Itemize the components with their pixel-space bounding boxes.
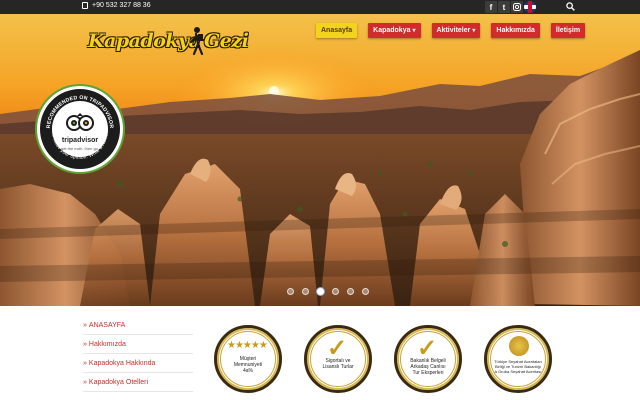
social-links: f t [485, 1, 536, 13]
sidebar-item-kapadokya-hakkinda[interactable]: » Kapadokya Hakkında [83, 354, 193, 373]
main-nav: Anasayfa Kapadokya ▾ Aktiviteler ▾ Hakkı… [316, 23, 596, 38]
site-logo[interactable]: Kapadokya Gezi [84, 22, 259, 62]
phone-number: +90 532 327 88 36 [92, 2, 151, 9]
badge-licensed-experts: ✓ Bakanlık Belgeli Arkadaş Canlısı Tur E… [394, 325, 462, 393]
badge-line-2: Lisanslı Turlar [322, 364, 354, 370]
uk-flag-icon[interactable] [524, 1, 536, 13]
phone-icon [82, 2, 88, 9]
badge-insured-tours: ✓ Sigortalı ve Lisanslı Turlar [304, 325, 372, 393]
badge-line-3: 4a% [242, 368, 253, 374]
page: +90 532 327 88 36 f t Kapadokya Gezi Ana… [0, 0, 640, 400]
badge-line-3: A Gruba Seyahat Acentası [494, 369, 542, 374]
nav-item-label: Aktiviteler [436, 27, 471, 34]
slider-dot[interactable] [347, 288, 354, 295]
sidebar-item-anasayfa[interactable]: » ANASAYFA [83, 316, 193, 335]
nav-item-label: Anasayfa [321, 27, 353, 34]
tursab-emblem-icon [509, 336, 529, 356]
search-icon[interactable] [566, 2, 575, 11]
logo-text-left: Kapadokya [88, 30, 201, 52]
nav-item-aktiviteler[interactable]: Aktiviteler ▾ [431, 23, 481, 38]
nav-item-anasayfa[interactable]: Anasayfa [316, 23, 358, 38]
chevron-right-icon: » [83, 378, 87, 386]
tripadvisor-tagline: get the truth. then go. [60, 146, 100, 151]
badge-customer-satisfaction: ★★★★★ Müşteri Memnuniyeti 4a% [214, 325, 282, 393]
owl-icon [66, 113, 94, 131]
sidebar-item-label: Kapadokya Hakkında [88, 359, 156, 367]
sidebar-item-label: Hakkımızda [88, 340, 126, 348]
phone-contact[interactable]: +90 532 327 88 36 [82, 2, 151, 9]
chevron-right-icon: » [83, 359, 87, 367]
slider-dot[interactable] [332, 288, 339, 295]
sidebar-item-hakkimizda[interactable]: » Hakkımızda [83, 335, 193, 354]
slider-dot[interactable] [362, 288, 369, 295]
slider-dot[interactable] [287, 288, 294, 295]
slider-dot-active[interactable] [317, 288, 324, 295]
sidebar-item-label: ANASAYFA [88, 321, 126, 329]
instagram-icon[interactable] [511, 1, 523, 13]
facebook-icon[interactable]: f [485, 1, 497, 13]
nav-item-label: İletişim [555, 27, 581, 34]
chevron-right-icon: » [83, 340, 87, 348]
twitter-icon[interactable]: t [498, 1, 510, 13]
tripadvisor-logo: tripadvisor get the truth. then go. [52, 101, 108, 157]
slider-pagination [287, 288, 369, 295]
badge-line-3: Tur Eksperleri [412, 370, 444, 376]
nav-item-label: Hakkımızda [496, 27, 535, 34]
chevron-down-icon: ▾ [412, 28, 416, 34]
slider-dot[interactable] [302, 288, 309, 295]
logo-text-right: Gezi [204, 30, 249, 52]
chevron-down-icon: ▾ [472, 28, 476, 34]
nav-item-iletisim[interactable]: İletişim [550, 23, 586, 38]
nav-item-hakkimizda[interactable]: Hakkımızda [491, 23, 540, 38]
sidebar-menu: » ANASAYFA » Hakkımızda » Kapadokya Hakk… [83, 316, 193, 392]
sidebar-item-label: Kapadokya Otelleri [88, 378, 149, 386]
top-bar: +90 532 327 88 36 f t [0, 0, 640, 14]
five-stars-icon: ★★★★★ [227, 340, 268, 351]
badge-tursab: Türkiye Seyahat Acentaları Birliği ve Tu… [484, 325, 552, 393]
tripadvisor-brand: tripadvisor [61, 137, 99, 144]
tripadvisor-badge[interactable]: RECOMMENDED ON TRIPADVISOR We value your… [37, 86, 123, 172]
content-area: » ANASAYFA » Hakkımızda » Kapadokya Hakk… [0, 306, 640, 400]
sidebar-item-kapadokya-otelleri[interactable]: » Kapadokya Otelleri [83, 373, 193, 392]
chevron-right-icon: » [83, 321, 87, 329]
nav-item-kapadokya[interactable]: Kapadokya ▾ [368, 23, 421, 38]
nav-item-label: Kapadokya [373, 27, 411, 34]
trust-badges: ★★★★★ Müşteri Memnuniyeti 4a% ✓ Sigortal… [214, 325, 552, 393]
